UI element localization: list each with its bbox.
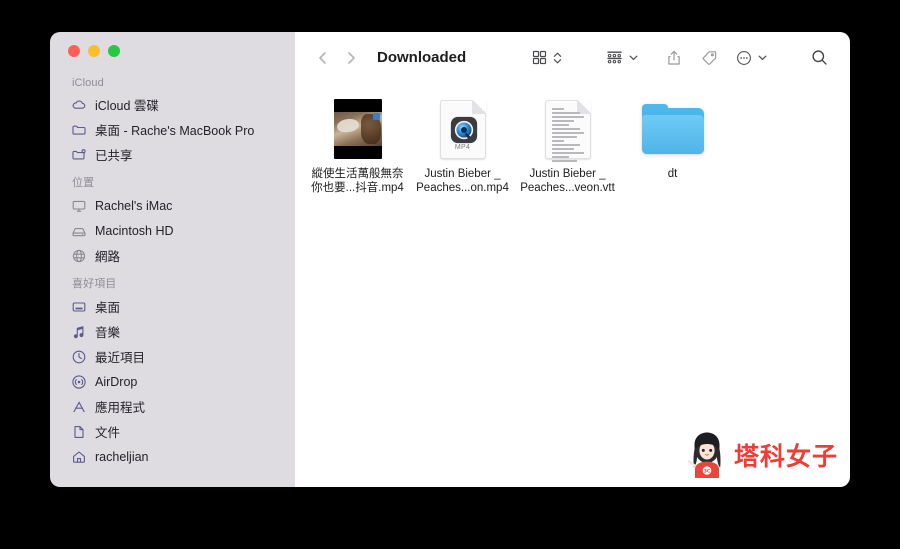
sidebar-item-airdrop[interactable]: AirDrop <box>50 369 295 394</box>
file-name: dt <box>667 168 678 180</box>
text-document-icon <box>536 97 600 162</box>
quicktime-mp4-icon: MP4 <box>431 97 495 161</box>
page-title: Downloaded <box>377 49 467 66</box>
sidebar-item-label: 文件 <box>95 426 121 440</box>
network-globe-icon <box>70 247 87 264</box>
airdrop-icon <box>70 373 87 390</box>
file-name: 縱使生活萬般無奈你也要...抖音.mp4 <box>311 168 404 194</box>
file-item[interactable]: dt <box>620 95 725 181</box>
forward-button[interactable] <box>337 44 365 72</box>
sidebar-section-icloud-title: iCloud <box>72 77 104 89</box>
file-item[interactable]: 縱使生活萬般無奈你也要...抖音.mp4 <box>305 95 410 195</box>
sidebar-section-locations-title: 位置 <box>72 177 95 189</box>
group-by-icon[interactable] <box>605 49 624 66</box>
clock-icon <box>70 348 87 365</box>
sidebar-item-label: 已共享 <box>95 149 133 163</box>
home-icon <box>70 448 87 465</box>
sidebar-item-label: 音樂 <box>95 326 121 340</box>
harddisk-icon <box>70 222 87 239</box>
sidebar-item-documents[interactable]: 文件 <box>50 419 295 444</box>
display-icon <box>70 197 87 214</box>
maximize-window-button[interactable] <box>108 45 120 57</box>
file-name: Justin Bieber _ Peaches...veon.vtt <box>520 168 615 194</box>
icloud-drive-icon <box>70 96 87 113</box>
sidebar-item-recents[interactable]: 最近項目 <box>50 344 295 369</box>
group-by-control[interactable] <box>605 49 639 66</box>
back-button[interactable] <box>309 44 337 72</box>
minimize-window-button[interactable] <box>88 45 100 57</box>
chevron-updown-icon[interactable] <box>552 50 563 66</box>
sidebar-item-applications[interactable]: 應用程式 <box>50 394 295 419</box>
toolbar: Downloaded <box>295 32 850 83</box>
sidebar-item-label: AirDrop <box>95 374 138 389</box>
more-actions-control[interactable] <box>735 49 768 67</box>
sidebar-item-label: 網路 <box>95 250 121 264</box>
sidebar-item-label: 桌面 - Rache's MacBook Pro <box>95 124 255 138</box>
sidebar-item-shared[interactable]: 已共享 <box>50 142 295 167</box>
music-note-icon <box>70 323 87 340</box>
sidebar-item-label: Rachel's iMac <box>95 198 173 213</box>
quicktime-logo-icon <box>450 116 477 143</box>
more-ellipsis-icon[interactable] <box>735 49 753 67</box>
sidebar-item-desktop[interactable]: 桌面 <box>50 294 295 319</box>
mp4-badge-label: MP4 <box>454 143 471 151</box>
view-mode-control[interactable] <box>531 49 563 66</box>
sidebar-item-label: 最近項目 <box>95 351 146 365</box>
share-button[interactable] <box>665 49 683 67</box>
sidebar-item-rachels-imac[interactable]: Rachel's iMac <box>50 193 295 218</box>
sidebar-item-label: 應用程式 <box>95 401 146 415</box>
sidebar-item-music[interactable]: 音樂 <box>50 319 295 344</box>
file-grid: 縱使生活萬般無奈你也要...抖音.mp4 MP4 Justin Bieber _… <box>295 83 850 487</box>
sidebar-item-network[interactable]: 網路 <box>50 243 295 268</box>
file-item[interactable]: Justin Bieber _ Peaches...veon.vtt <box>515 95 620 195</box>
shared-folder-icon <box>70 146 87 163</box>
file-item[interactable]: MP4 Justin Bieber _ Peaches...on.mp4 <box>410 95 515 195</box>
traffic-lights <box>68 45 120 57</box>
folder-icon <box>70 121 87 138</box>
sidebar-item-racheljian[interactable]: racheljian <box>50 444 295 469</box>
chevron-down-icon[interactable] <box>757 52 768 63</box>
sidebar-item-desktop-macbook[interactable]: 桌面 - Rache's MacBook Pro <box>50 117 295 142</box>
desktop-icon <box>70 298 87 315</box>
content-area: Downloaded 縱使生活萬般無奈你也要...抖音.mp4 MP4 Just… <box>295 32 850 487</box>
sidebar-item-label: Macintosh HD <box>95 223 174 238</box>
finder-window: iCloud iCloud 雲碟 桌面 - Rache's MacBook Pr… <box>50 32 850 487</box>
file-name: Justin Bieber _ Peaches...on.mp4 <box>416 168 509 194</box>
text-lines-preview <box>551 107 584 162</box>
close-window-button[interactable] <box>68 45 80 57</box>
video-preview-icon <box>326 97 390 161</box>
search-button[interactable] <box>810 48 829 67</box>
applications-icon <box>70 398 87 415</box>
chevron-down-icon[interactable] <box>628 52 639 63</box>
sidebar-section-favorites-title: 喜好項目 <box>72 278 117 290</box>
sidebar-item-label: racheljian <box>95 449 149 464</box>
sidebar-item-icloud-drive[interactable]: iCloud 雲碟 <box>50 92 295 117</box>
blue-folder-icon <box>641 97 705 161</box>
sidebar-item-label: 桌面 <box>95 301 121 315</box>
tags-button[interactable] <box>700 49 718 67</box>
sidebar-item-label: iCloud 雲碟 <box>95 99 159 113</box>
grid-view-icon[interactable] <box>531 49 548 66</box>
sidebar-item-macintosh-hd[interactable]: Macintosh HD <box>50 218 295 243</box>
document-icon <box>70 423 87 440</box>
sidebar: iCloud iCloud 雲碟 桌面 - Rache's MacBook Pr… <box>50 32 295 487</box>
